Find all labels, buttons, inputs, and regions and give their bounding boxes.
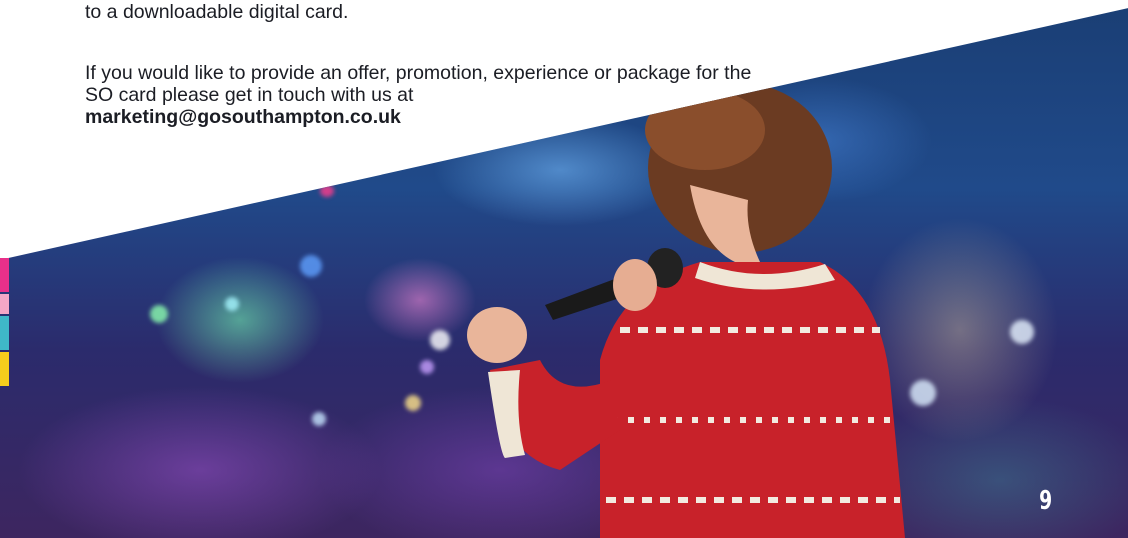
hand [467, 307, 527, 363]
edge-bar-teal [0, 316, 9, 350]
intro-paragraph-end: to a downloadable digital card. [85, 1, 349, 23]
partner-invitation-text: If you would like to provide an offer, p… [85, 62, 752, 106]
page-number: 9 [1038, 486, 1052, 516]
edge-bar-pink [0, 258, 9, 292]
contact-email-link[interactable]: marketing@gosouthampton.co.uk [85, 106, 401, 128]
edge-bar-light-pink [0, 294, 9, 314]
partner-invitation-paragraph: If you would like to provide an offer, p… [85, 62, 765, 128]
edge-color-bars [0, 258, 9, 388]
edge-bar-yellow [0, 352, 9, 386]
brochure-page: to a downloadable digital card. If you w… [0, 0, 1128, 538]
mic-hand [613, 259, 657, 311]
